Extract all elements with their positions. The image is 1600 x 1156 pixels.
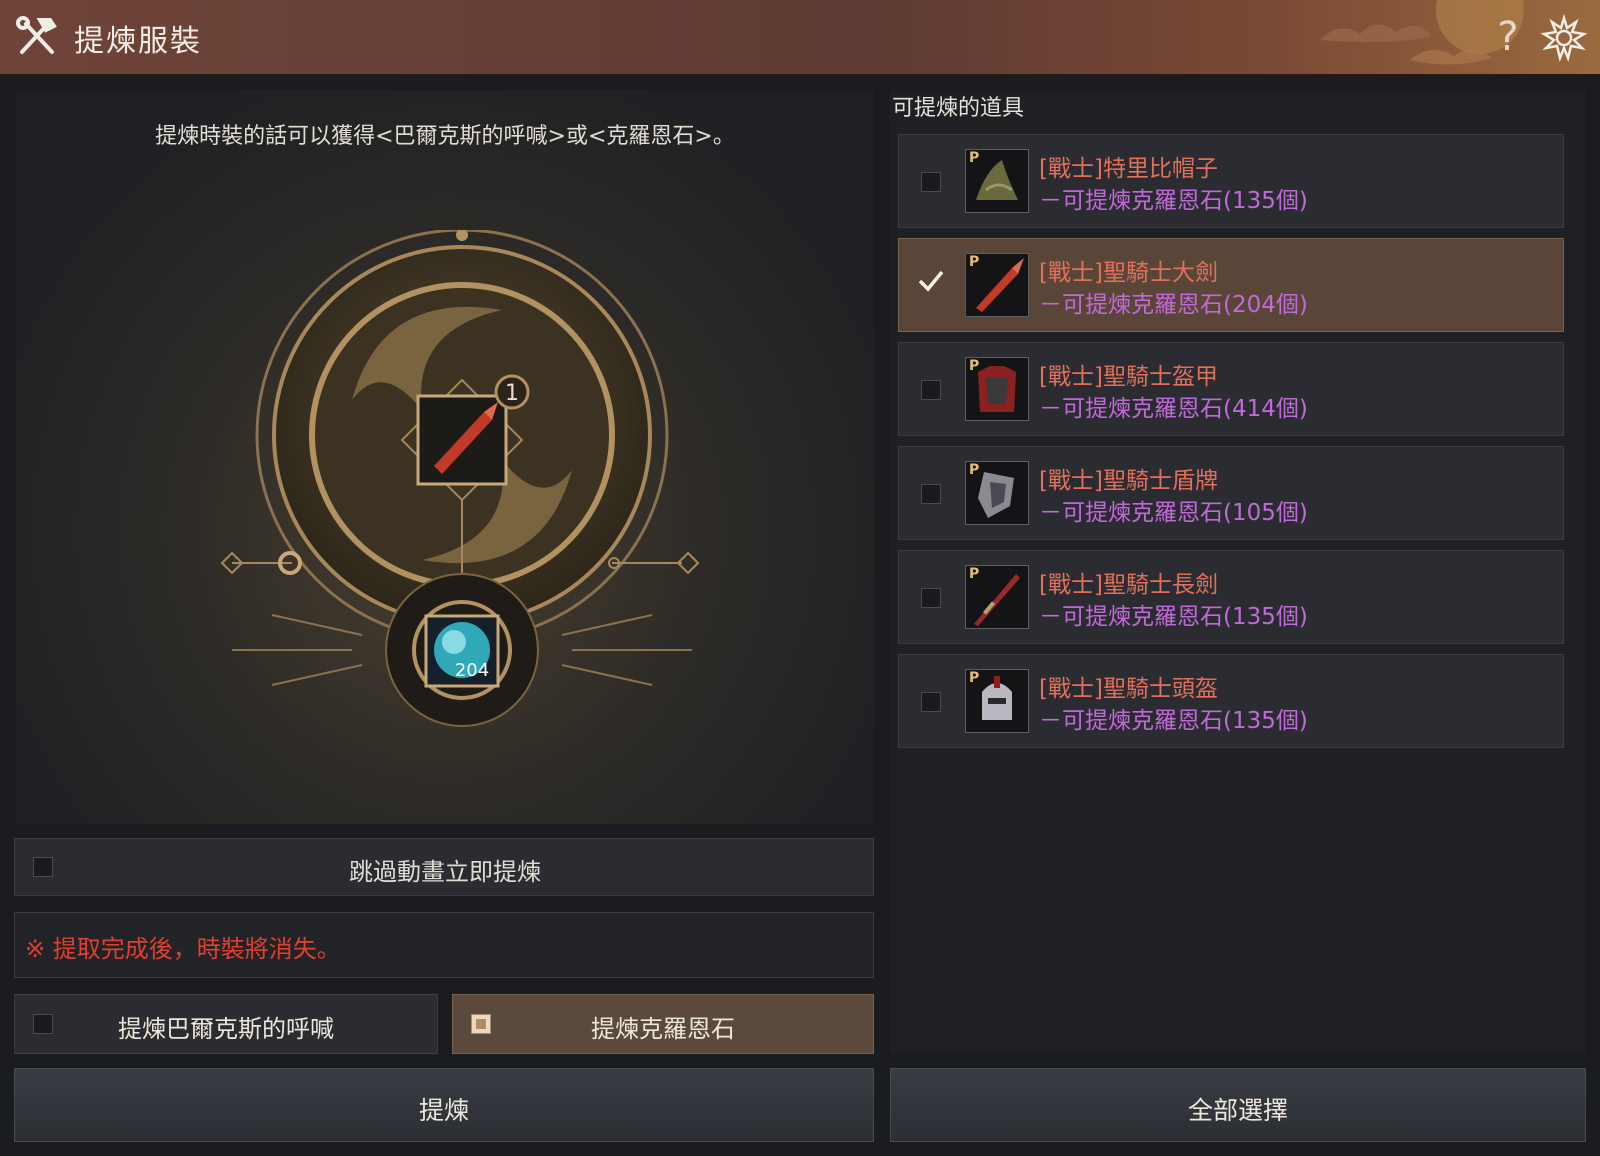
item-checkbox[interactable] (921, 172, 941, 192)
item-name: [戰士]聖騎士長劍 (1039, 572, 1218, 598)
helmet-icon: P (965, 669, 1029, 733)
refine-preview-panel: 提煉時裝的話可以獲得<巴爾克斯的呼喊>或<克羅恩石>。 1 204 (16, 90, 874, 824)
skip-animation-label: 跳過動畫立即提煉 (349, 858, 541, 886)
item-checkbox[interactable] (921, 380, 941, 400)
option-crown-stone-label: 提煉克羅恩石 (591, 1015, 735, 1043)
item-checkbox[interactable] (921, 484, 941, 504)
help-button[interactable]: ? (1490, 14, 1526, 60)
option-crown-stone[interactable]: 提煉克羅恩石 (452, 994, 874, 1054)
shield-icon: P (965, 461, 1029, 525)
list-item[interactable]: P [戰士]聖騎士頭盔 －可提煉克羅恩石(135個) (898, 654, 1564, 748)
warning-box: ※ 提取完成後，時裝將消失。 (14, 912, 874, 978)
hat-icon: P (965, 149, 1029, 213)
item-name: [戰士]聖騎士頭盔 (1039, 676, 1218, 702)
window-title: 提煉服裝 (74, 24, 202, 59)
list-item[interactable]: P [戰士]聖騎士盔甲 －可提煉克羅恩石(414個) (898, 342, 1564, 436)
list-item[interactable]: P [戰士]聖騎士長劍 －可提煉克羅恩石(135個) (898, 550, 1564, 644)
checkmark-icon (918, 270, 944, 292)
item-checkbox[interactable] (921, 588, 941, 608)
armor-icon: P (965, 357, 1029, 421)
item-yield: －可提煉克羅恩石(204個) (1039, 292, 1308, 318)
option-bakus-call-label: 提煉巴爾克斯的呼喊 (118, 1015, 334, 1043)
gear-icon[interactable] (1540, 14, 1588, 62)
item-yield: －可提煉克羅恩石(414個) (1039, 396, 1308, 422)
item-name: [戰士]聖騎士盾牌 (1039, 468, 1218, 494)
option-bakus-call[interactable]: 提煉巴爾克斯的呼喊 (14, 994, 438, 1054)
slot-count: 1 (505, 381, 519, 406)
warning-text: ※ 提取完成後，時裝將消失。 (25, 935, 341, 963)
item-checkbox[interactable] (921, 692, 941, 712)
title-bar: 提煉服裝 ? (0, 0, 1600, 75)
result-count: 204 (455, 660, 489, 681)
refine-button-label: 提煉 (418, 1096, 469, 1125)
select-all-button-label: 全部選擇 (1187, 1096, 1288, 1125)
skip-animation-row[interactable]: 跳過動畫立即提煉 (14, 838, 874, 896)
refinable-items-header: 可提煉的道具 (892, 96, 1025, 121)
hammer-wrench-icon (16, 16, 57, 54)
item-checkbox[interactable] (918, 270, 944, 296)
refine-description: 提煉時裝的話可以獲得<巴爾克斯的呼喊>或<克羅恩石>。 (155, 124, 735, 149)
refine-emblem: 1 204 (220, 230, 700, 727)
item-yield: －可提煉克羅恩石(135個) (1039, 708, 1308, 734)
greatsword-icon: P (965, 253, 1029, 317)
item-yield: －可提煉克羅恩石(105個) (1039, 500, 1308, 526)
item-name: [戰士]聖騎士盔甲 (1039, 364, 1218, 390)
list-item[interactable]: P [戰士]特里比帽子 －可提煉克羅恩石(135個) (898, 134, 1564, 228)
item-name: [戰士]聖騎士大劍 (1039, 260, 1218, 286)
list-item[interactable]: P [戰士]聖騎士大劍 －可提煉克羅恩石(204個) (898, 238, 1564, 332)
item-name: [戰士]特里比帽子 (1039, 156, 1218, 182)
item-yield: －可提煉克羅恩石(135個) (1039, 188, 1308, 214)
refine-button[interactable]: 提煉 (14, 1068, 874, 1142)
select-all-button[interactable]: 全部選擇 (890, 1068, 1586, 1142)
longsword-icon: P (965, 565, 1029, 629)
item-yield: －可提煉克羅恩石(135個) (1039, 604, 1308, 630)
list-item[interactable]: P [戰士]聖騎士盾牌 －可提煉克羅恩石(105個) (898, 446, 1564, 540)
